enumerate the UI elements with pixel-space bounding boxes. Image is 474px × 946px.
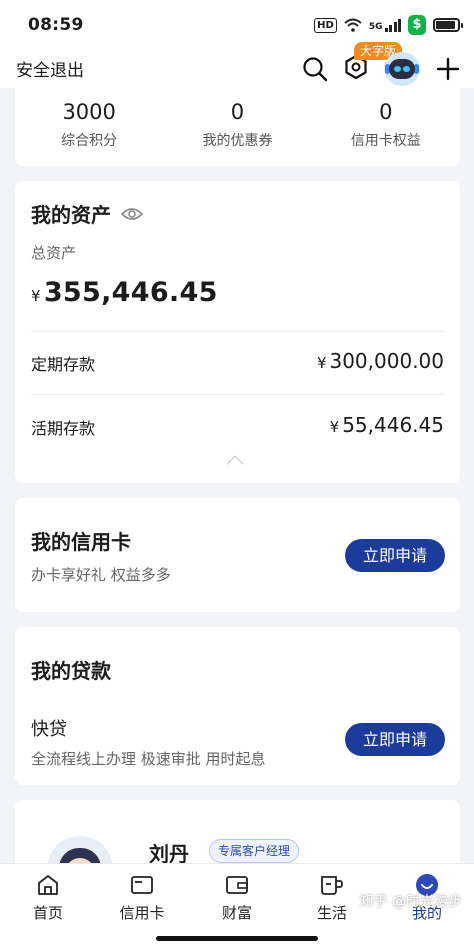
credit-card-subtitle: 办卡享好礼 权益多多 (31, 566, 171, 584)
credit-card-title: 我的信用卡 (31, 530, 131, 554)
total-assets-label: 总资产 (31, 244, 77, 262)
battery-icon (433, 18, 463, 32)
total-amount: 355,446.45 (43, 277, 218, 308)
credit-card-section: 我的信用卡 办卡享好礼 权益多多 立即申请 (15, 498, 460, 612)
currency-symbol: ¥ (31, 287, 41, 305)
loan-subtitle: 全流程线上办理 极速审批 用时起息 (31, 750, 266, 768)
home-indicator (156, 936, 318, 941)
network-type: 5G (368, 21, 383, 32)
loan-apply-button[interactable]: 立即申请 (345, 723, 445, 756)
tab-credit-card[interactable]: 信用卡 (102, 872, 182, 923)
status-bar: 08:59 HD 5G $ (0, 0, 474, 50)
stat-coupons[interactable]: 0 我的优惠券 (163, 88, 311, 166)
stat-points[interactable]: 3000 综合积分 (15, 88, 163, 166)
stat-label: 信用卡权益 (350, 133, 421, 149)
payment-app-icon: $ (408, 15, 426, 35)
assets-title: 我的资产 (31, 203, 111, 227)
demand-deposit-value[interactable]: ¥55,446.45 (330, 413, 444, 437)
big-font-toggle[interactable]: 大字版 (344, 42, 403, 84)
divider (31, 331, 444, 332)
loan-title: 我的贷款 (31, 659, 111, 683)
stat-card-benefits[interactable]: 0 信用卡权益 (312, 88, 460, 166)
add-icon[interactable] (436, 57, 460, 81)
loan-section: 我的贷款 快贷 全流程线上办理 极速审批 用时起息 立即申请 (15, 627, 460, 785)
top-header: 安全退出 大字版 (0, 42, 474, 88)
tab-label: 信用卡 (119, 904, 165, 922)
eye-icon[interactable] (121, 207, 143, 221)
stat-label: 我的优惠券 (202, 133, 273, 149)
search-icon[interactable] (302, 56, 328, 82)
status-time: 08:59 (28, 15, 84, 35)
demand-deposit-label[interactable]: 活期存款 (31, 415, 95, 439)
assets-card: 我的资产 总资产 ¥355,446.45 定期存款 ¥300,000.00 活期… (15, 181, 460, 483)
card-icon (131, 876, 153, 894)
logout-button[interactable]: 安全退出 (16, 56, 84, 81)
tab-label: 财富 (221, 904, 252, 922)
currency-symbol: ¥ (316, 354, 327, 372)
stat-value: 0 (230, 100, 245, 124)
wifi-icon (344, 18, 362, 32)
stat-value: 0 (379, 100, 393, 124)
fixed-deposit-amount: 300,000.00 (329, 349, 444, 373)
cup-icon (321, 876, 343, 895)
manager-badge: 专属客户经理 (209, 839, 300, 863)
stat-value: 3000 (62, 100, 116, 124)
stat-label: 综合积分 (61, 133, 118, 149)
tab-wealth[interactable]: 财富 (197, 872, 277, 923)
credit-card-apply-button[interactable]: 立即申请 (345, 539, 445, 572)
assistant-robot-icon[interactable] (384, 52, 420, 86)
loan-product-name: 快贷 (31, 719, 67, 740)
divider (31, 394, 444, 395)
fixed-deposit-label[interactable]: 定期存款 (31, 351, 95, 375)
stats-card: 3000 综合积分 0 我的优惠券 0 信用卡权益 (15, 88, 460, 166)
currency-symbol: ¥ (329, 418, 340, 436)
chevron-up-icon[interactable] (226, 455, 244, 473)
tab-label: 首页 (32, 904, 63, 922)
assets-title-row: 我的资产 (31, 199, 143, 228)
demand-deposit-amount: 55,446.45 (342, 413, 444, 437)
total-assets-value: ¥355,446.45 (31, 277, 218, 308)
tab-home[interactable]: 首页 (8, 872, 88, 923)
fixed-deposit-value[interactable]: ¥300,000.00 (317, 349, 444, 373)
wallet-icon (226, 876, 248, 894)
home-icon (38, 875, 58, 895)
watermark: 知乎 @时光漫步 (359, 894, 462, 910)
signal-icon: 5G (368, 18, 401, 32)
hd-icon: HD (314, 17, 337, 33)
system-icons: HD 5G $ (314, 15, 463, 35)
